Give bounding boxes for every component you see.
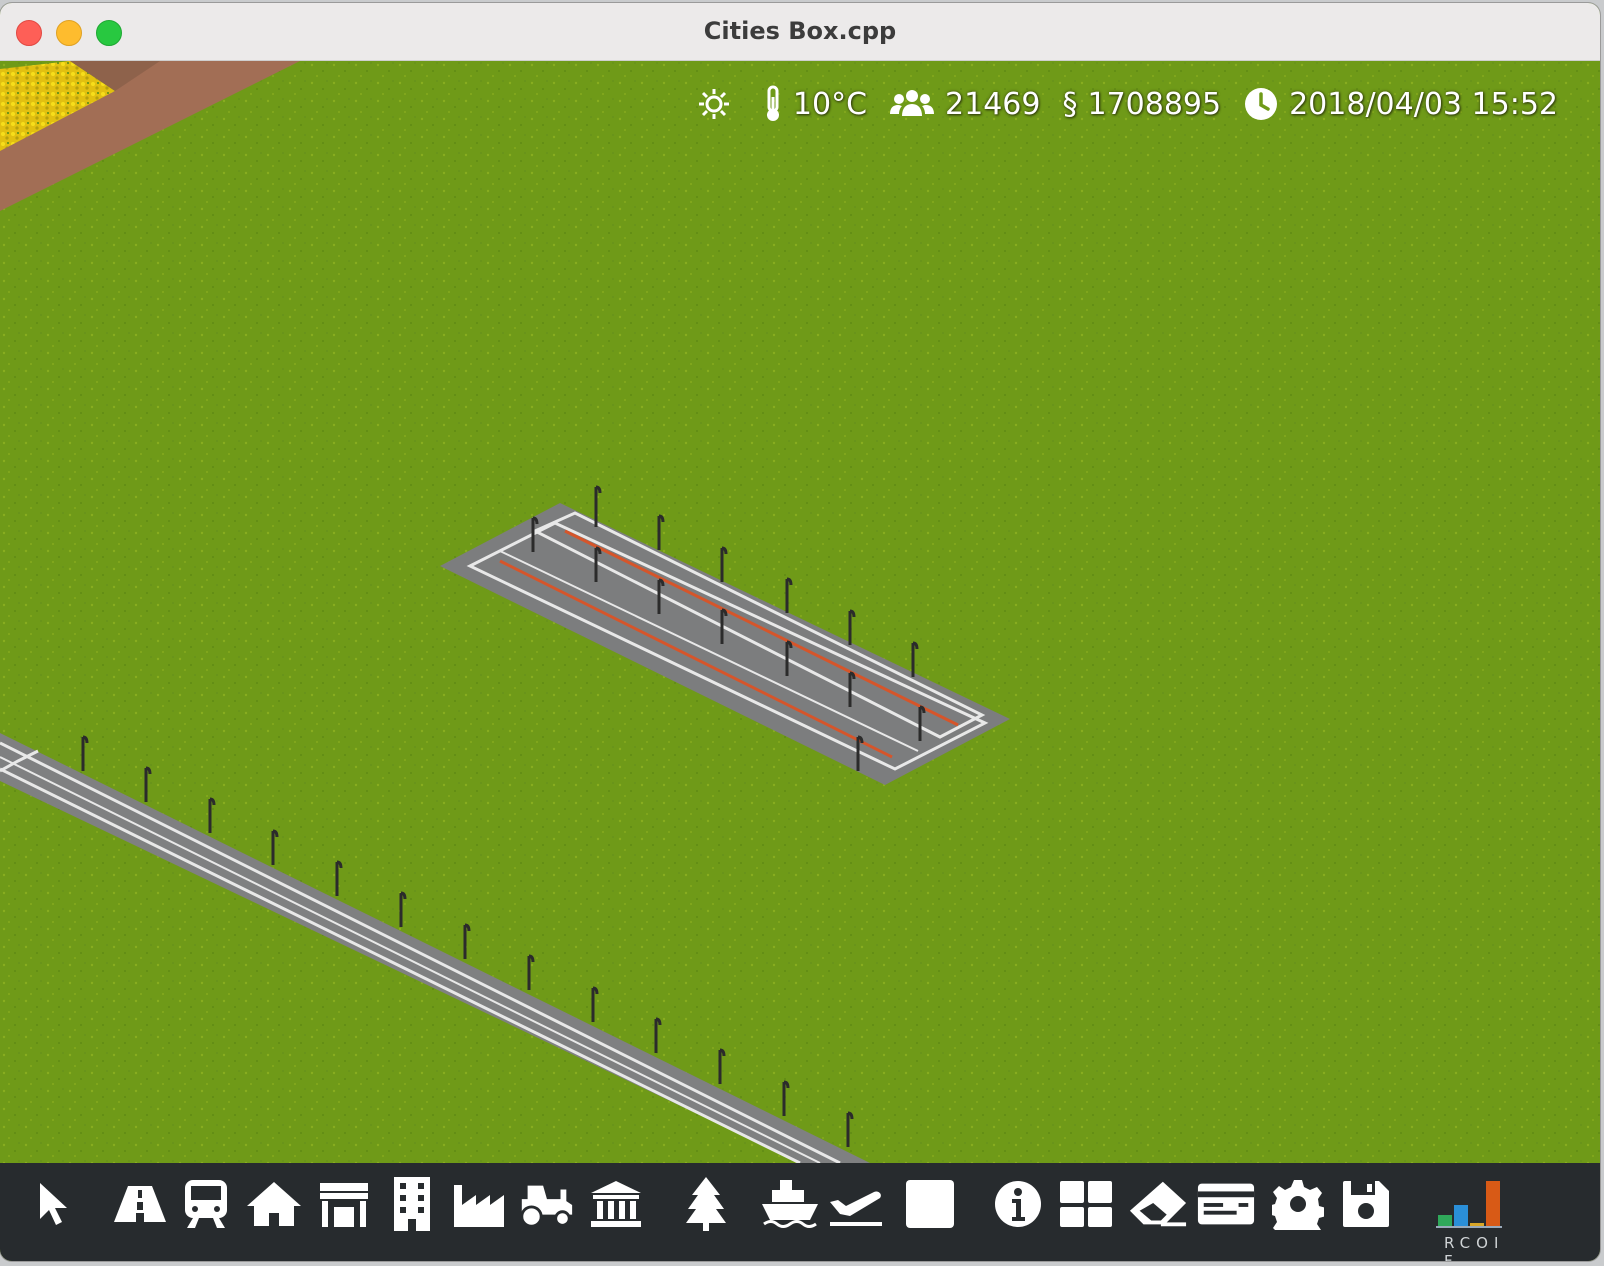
eraser-icon[interactable] bbox=[1128, 1173, 1188, 1235]
clock-icon bbox=[1243, 86, 1279, 122]
info-icon[interactable] bbox=[988, 1173, 1048, 1235]
grass-terrain bbox=[0, 61, 1600, 1163]
demand-label: RCOI F bbox=[1444, 1234, 1505, 1261]
weather-status bbox=[697, 87, 741, 121]
temperature-value: 10°C bbox=[792, 86, 868, 122]
status-hud: 10°C 21469 § 1708895 2018/04/03 15:52 bbox=[675, 85, 1558, 123]
square-icon[interactable] bbox=[900, 1173, 960, 1235]
gear-icon[interactable] bbox=[1268, 1173, 1328, 1235]
sun-icon bbox=[697, 87, 731, 121]
demand-bar-commercial bbox=[1454, 1205, 1468, 1227]
plane-icon[interactable] bbox=[826, 1173, 886, 1235]
government-building-icon[interactable] bbox=[586, 1173, 646, 1235]
city-map[interactable] bbox=[0, 61, 1600, 1163]
population-status: 21469 bbox=[889, 87, 1040, 122]
demand-bar-industrial bbox=[1486, 1181, 1500, 1227]
title-bar: Cities Box.cpp bbox=[0, 3, 1600, 61]
tool-toolbar: RCOI F bbox=[0, 1163, 1600, 1261]
tractor-icon[interactable] bbox=[516, 1173, 576, 1235]
city-map-viewport[interactable]: 10°C 21469 § 1708895 2018/04/03 15:52 bbox=[0, 61, 1600, 1163]
money-status: § 1708895 bbox=[1062, 87, 1221, 122]
temperature-status: 10°C bbox=[763, 85, 867, 123]
money-value: 1708895 bbox=[1087, 86, 1222, 122]
pointer-icon[interactable] bbox=[22, 1173, 82, 1235]
demand-meter[interactable]: RCOI F bbox=[1436, 1177, 1516, 1261]
save-icon[interactable] bbox=[1336, 1173, 1396, 1235]
factory-icon[interactable] bbox=[452, 1173, 512, 1235]
road-icon[interactable] bbox=[110, 1173, 170, 1235]
shop-icon[interactable] bbox=[314, 1173, 374, 1235]
card-icon[interactable] bbox=[1196, 1173, 1256, 1235]
people-icon bbox=[889, 88, 935, 120]
demand-bar-residential bbox=[1438, 1215, 1452, 1227]
grid-icon[interactable] bbox=[1056, 1173, 1116, 1235]
tree-icon[interactable] bbox=[676, 1173, 736, 1235]
money-symbol: § bbox=[1062, 86, 1078, 122]
app-window: Cities Box.cpp 10°C 21469 § 1708895 2018… bbox=[0, 3, 1600, 1261]
office-building-icon[interactable] bbox=[382, 1173, 442, 1235]
datetime-status: 2018/04/03 15:52 bbox=[1243, 86, 1558, 122]
demand-bars bbox=[1436, 1181, 1502, 1228]
population-value: 21469 bbox=[945, 86, 1041, 122]
ship-icon[interactable] bbox=[760, 1173, 820, 1235]
datetime-value: 2018/04/03 15:52 bbox=[1289, 86, 1558, 122]
house-icon[interactable] bbox=[244, 1173, 304, 1235]
thermometer-icon bbox=[763, 85, 783, 123]
window-title: Cities Box.cpp bbox=[703, 17, 897, 45]
train-icon[interactable] bbox=[176, 1173, 236, 1235]
